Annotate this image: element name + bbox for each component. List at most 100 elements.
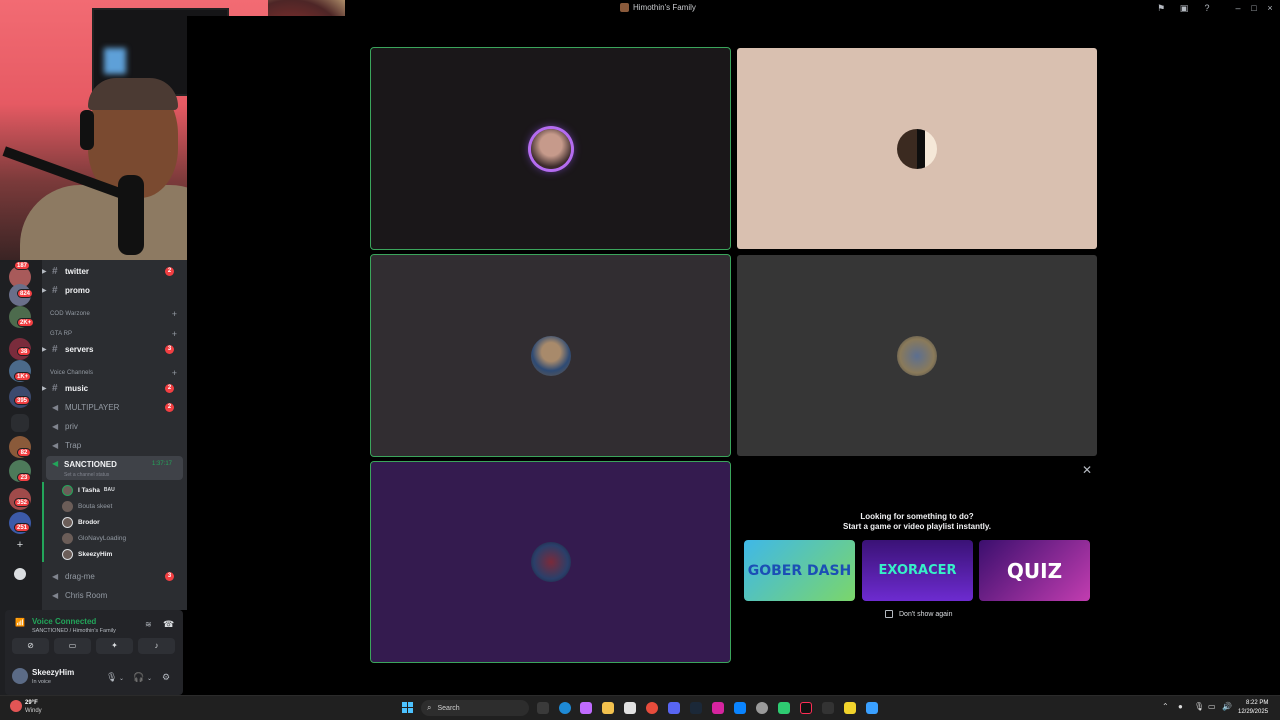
copilot-icon[interactable] <box>580 702 592 714</box>
text-channel-icon: # <box>52 265 58 277</box>
voice-channel-chris-room[interactable]: ◀ Chris Room <box>42 586 182 604</box>
inbox-icon[interactable]: ▣ <box>1179 3 1189 13</box>
channel-promo[interactable]: ▶ # promo <box>42 281 182 299</box>
add-server-icon[interactable]: + <box>14 539 26 551</box>
windows-start-icon[interactable] <box>402 702 414 714</box>
instagram-icon[interactable] <box>712 702 724 714</box>
voice-connected-title[interactable]: Voice Connected <box>32 617 96 626</box>
share-screen-button[interactable]: ▭ <box>54 638 91 654</box>
disconnect-icon[interactable]: ☎ <box>163 619 174 630</box>
channel-music[interactable]: ▶ # music 2 <box>42 379 182 397</box>
mention-badge: 3 <box>165 344 174 354</box>
chrome-icon[interactable] <box>646 702 658 714</box>
add-channel-icon[interactable]: + <box>172 329 177 339</box>
discover-icon[interactable] <box>14 568 26 580</box>
speaker-icon: ◀ <box>52 590 59 600</box>
soundboard-button[interactable]: ♪ <box>138 638 175 654</box>
voice-panel: 📶 Voice Connected SANCTIONED / Himothin'… <box>5 610 183 695</box>
voice-user[interactable]: Brodor <box>62 515 100 529</box>
voice-connected-subtitle[interactable]: SANCTIONED / Himothin's Family <box>32 628 116 634</box>
game-card-quiz[interactable]: QUIZ <box>979 540 1090 601</box>
microphone-icon[interactable]: 🎙 <box>106 672 117 683</box>
category-voice-channels[interactable]: Voice Channels <box>50 370 93 376</box>
add-channel-icon[interactable]: + <box>172 309 177 319</box>
xbox-icon[interactable] <box>822 702 834 714</box>
avatar <box>62 532 73 544</box>
sticky-notes-icon[interactable] <box>844 702 856 714</box>
voice-channel-trap[interactable]: ◀ Trap <box>42 436 182 454</box>
participant-tile[interactable] <box>370 461 731 663</box>
steam-icon[interactable] <box>690 702 702 714</box>
participant-tile[interactable] <box>737 48 1097 249</box>
voice-channel-multiplayer[interactable]: ◀ MULTIPLAYER 2 <box>42 398 182 416</box>
weather-description[interactable]: Windy <box>25 708 42 714</box>
game-card-exoracer[interactable]: EXORACER <box>862 540 973 601</box>
voice-channel-priv[interactable]: ◀ priv <box>42 417 182 435</box>
chevron-up-icon[interactable]: ⌃ <box>1162 702 1169 711</box>
checkbox-icon[interactable] <box>885 610 893 618</box>
microphone-icon[interactable]: 🎙 <box>1194 702 1204 711</box>
channel-label: promo <box>65 285 90 295</box>
volume-icon[interactable]: 🔊 <box>1222 702 1232 711</box>
activities-button[interactable]: ✦ <box>96 638 133 654</box>
minimize-button[interactable]: – <box>1233 3 1243 13</box>
mention-badge: 3 <box>165 571 174 581</box>
voice-user[interactable]: SkeezyHim <box>62 547 112 561</box>
category-cod-warzone[interactable]: COD Warzone <box>50 311 90 317</box>
help-icon[interactable]: ? <box>1202 3 1212 13</box>
tiktok-icon[interactable] <box>800 702 812 714</box>
close-icon[interactable]: ✕ <box>1082 463 1092 477</box>
avatar[interactable] <box>12 668 28 684</box>
task-view-icon[interactable] <box>537 702 549 714</box>
voice-user[interactable]: I Tasha BAU <box>62 483 115 497</box>
app-icon[interactable] <box>866 702 878 714</box>
start-tile <box>402 708 407 713</box>
network-icon[interactable]: ▭ <box>1208 702 1216 711</box>
speaker-icon: ◀ <box>52 440 59 450</box>
noise-suppression-icon[interactable]: ≋ <box>145 620 152 629</box>
threads-icon[interactable]: ⚑ <box>1156 3 1166 13</box>
checkbox-label: Don't show again <box>899 610 953 618</box>
participant-tile[interactable] <box>737 255 1097 456</box>
edge-icon[interactable] <box>559 702 571 714</box>
headphones-icon[interactable]: 🎧 <box>133 672 144 683</box>
server-badge: 82 <box>17 448 31 457</box>
participant-tile[interactable] <box>370 254 731 457</box>
folder-icon[interactable] <box>11 414 29 432</box>
tray-app-icon[interactable]: ● <box>1178 702 1183 711</box>
window-title: Himothin's Family <box>620 3 696 12</box>
chevron-down-icon[interactable]: ⌄ <box>119 675 124 682</box>
clock-date[interactable]: 12/29/2025 <box>1238 709 1268 715</box>
app-icon[interactable] <box>778 702 790 714</box>
settings-gear-icon[interactable]: ⚙ <box>162 672 170 683</box>
set-channel-status[interactable]: Set a channel status <box>64 472 109 478</box>
voice-user-name: Bouta skeet <box>78 502 113 510</box>
server-badge: 251 <box>14 523 31 532</box>
channel-servers[interactable]: ▶ # servers 3 <box>42 340 182 358</box>
file-explorer-icon[interactable] <box>602 702 614 714</box>
taskbar-search[interactable]: ⌕ Search <box>421 700 529 716</box>
voice-call-area <box>187 16 1280 695</box>
discord-icon[interactable] <box>668 702 680 714</box>
close-button[interactable]: × <box>1265 3 1275 13</box>
clock-time[interactable]: 8:22 PM <box>1246 700 1268 706</box>
current-user-name[interactable]: SkeezyHim <box>32 668 74 677</box>
voice-user[interactable]: Bouta skeet <box>62 499 112 513</box>
voice-user[interactable]: GloNavyLoading <box>62 531 126 545</box>
weather-temperature[interactable]: 29°F <box>25 700 38 706</box>
channel-label: drag-me <box>65 571 95 581</box>
channel-twitter[interactable]: ▶ # twitter 2 <box>42 262 182 280</box>
dont-show-again-checkbox[interactable]: Don't show again <box>885 610 952 618</box>
chatgpt-icon[interactable] <box>756 702 768 714</box>
maximize-button[interactable]: □ <box>1249 3 1259 13</box>
voice-channel-drag-me[interactable]: ◀ drag-me 3 <box>42 567 182 585</box>
participant-tile[interactable] <box>370 47 731 250</box>
weather-icon[interactable] <box>10 700 22 712</box>
game-card-gober-dash[interactable]: GOBER DASH <box>744 540 855 601</box>
category-gta-rp[interactable]: GTA RP <box>50 331 72 337</box>
store-icon[interactable] <box>624 702 636 714</box>
chevron-down-icon[interactable]: ⌄ <box>147 675 152 682</box>
camera-off-button[interactable]: ⊘ <box>12 638 49 654</box>
add-channel-icon[interactable]: + <box>172 368 177 378</box>
app-icon[interactable] <box>734 702 746 714</box>
